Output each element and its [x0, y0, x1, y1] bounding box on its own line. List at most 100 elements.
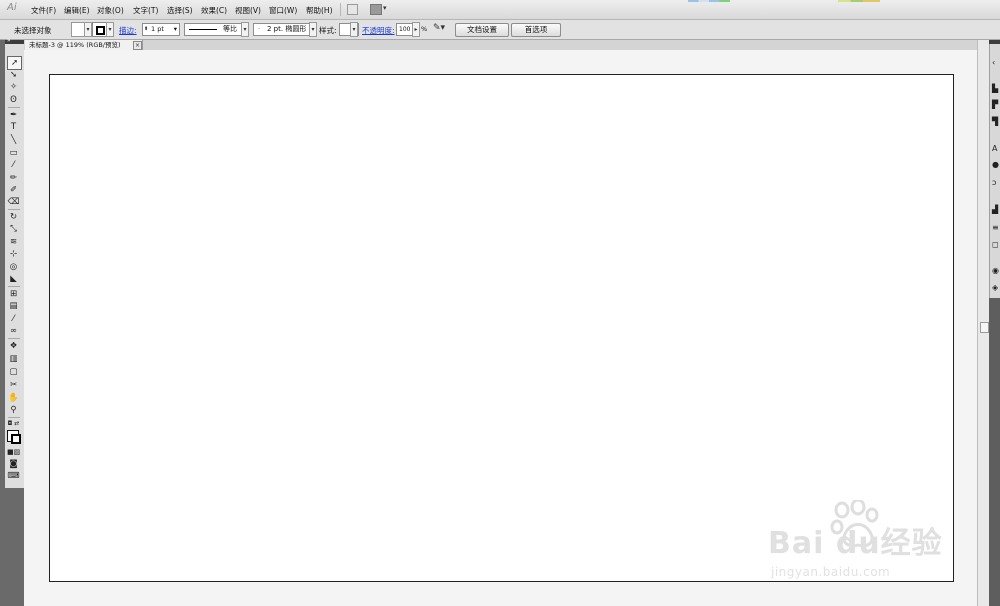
brush-label: 2 pt. 椭圆形 — [267, 25, 307, 33]
lasso-tool-icon[interactable]: ʘ — [7, 94, 20, 106]
opacity-dropdown-icon[interactable]: ▸ — [412, 22, 420, 37]
tool-separator — [8, 107, 20, 108]
brush-dot-icon: · — [258, 25, 261, 33]
menu-type[interactable]: 文字(T) — [133, 5, 158, 16]
panel-dock-header[interactable] — [989, 40, 1000, 44]
color-panel-icon[interactable]: ▙ — [992, 84, 1000, 93]
hand-tool-icon[interactable]: ✋ — [7, 392, 20, 404]
collapse-icon[interactable]: » — [7, 37, 11, 44]
swatches-panel-icon[interactable]: ▟ — [992, 205, 1000, 214]
appearance-panel-icon[interactable]: ◉ — [992, 266, 1000, 275]
opacity-panel-link[interactable]: 不透明度: — [362, 25, 395, 36]
pen-tool-icon[interactable]: ✒ — [7, 109, 20, 121]
chevron-down-icon[interactable]: ▾ — [383, 4, 387, 12]
live-paint-bucket-tool-icon[interactable]: ◣ — [7, 273, 20, 285]
scrollbar-thumb[interactable] — [980, 322, 989, 333]
stroke-weight-value: 1 pt — [151, 25, 164, 33]
brush-definition[interactable]: · 2 pt. 椭圆形 — [253, 23, 317, 36]
magic-wand-tool-icon[interactable]: ✧ — [7, 81, 20, 93]
tool-separator — [8, 338, 20, 339]
stroke-panel-icon[interactable]: ≡ — [992, 223, 1000, 232]
selection-tool-icon[interactable]: ➚ — [7, 56, 22, 70]
direct-selection-tool-icon[interactable]: ➘ — [7, 69, 20, 81]
symbol-sprayer-tool-icon[interactable]: ❖ — [7, 340, 20, 352]
recolor-artwork-icon[interactable]: ✎▾ — [433, 23, 451, 34]
type-tool-icon[interactable]: T — [7, 121, 20, 133]
close-icon[interactable]: × — [133, 41, 142, 50]
eyedropper-tool-icon[interactable]: ⁄ — [7, 313, 20, 325]
tools-panel-header[interactable]: » — [5, 37, 24, 44]
stroke-square-icon — [96, 26, 105, 35]
symbols-panel-icon[interactable]: ↄ — [992, 178, 1000, 187]
rectangle-tool-icon[interactable]: ▭ — [7, 147, 20, 159]
scale-tool-icon[interactable]: ⤡ — [7, 223, 20, 235]
document-tab[interactable]: 未标题-3 @ 119% (RGB/预览) — [25, 40, 143, 50]
brushes-panel-icon[interactable]: ● — [992, 160, 1000, 169]
paintbrush-tool-icon[interactable]: ⁄ — [7, 159, 20, 171]
mesh-tool-icon[interactable]: ⊞ — [7, 288, 20, 300]
chevron-left-icon[interactable]: ‹ — [992, 58, 1000, 67]
panel-dock — [989, 40, 1000, 298]
warp-tool-icon[interactable]: ≋ — [7, 236, 20, 248]
stroke-panel-link[interactable]: 描边: — [119, 25, 137, 36]
gradient-tool-icon[interactable]: ▤ — [7, 300, 20, 312]
preferences-button[interactable]: 首选项 — [511, 23, 561, 37]
column-graph-tool-icon[interactable]: ▥ — [7, 353, 20, 365]
stroke-color-swatch[interactable] — [92, 22, 107, 37]
variable-width-profile[interactable]: 等比 — [184, 23, 242, 36]
chevron-down-icon[interactable]: ▾ — [174, 24, 177, 35]
baidu-url-watermark: jingyan.baidu.com — [771, 565, 891, 579]
tool-separator — [8, 286, 20, 287]
stroke-dropdown-icon[interactable]: ▾ — [106, 22, 114, 37]
pencil-tool-icon[interactable]: ✏ — [7, 172, 20, 184]
baidu-brand-watermark: Bai du经验 — [768, 526, 943, 561]
artboard[interactable] — [49, 74, 954, 582]
menu-separator — [340, 3, 341, 16]
slice-tool-icon[interactable]: ✂ — [7, 379, 20, 391]
stroke-weight-field[interactable]: ⬍ 1 pt ▾ — [142, 23, 180, 36]
color-mode-icons[interactable]: ■▨ — [7, 446, 20, 458]
menu-window[interactable]: 窗口(W) — [269, 5, 297, 16]
default-colors-icon[interactable]: ◘ ⇄ — [7, 418, 20, 430]
app-logo: Ai — [7, 2, 17, 13]
transform-panel-icon[interactable]: ▛ — [992, 100, 1000, 109]
menu-edit[interactable]: 编辑(E) — [64, 5, 90, 16]
panel-dock-empty — [989, 298, 1000, 606]
character-panel-icon[interactable]: A — [992, 144, 1000, 153]
transparency-panel-icon[interactable]: ◻ — [992, 240, 1000, 249]
align-panel-icon[interactable]: ▜ — [992, 117, 1000, 126]
menu-help[interactable]: 帮助(H) — [306, 5, 333, 16]
arrange-documents-icon[interactable] — [370, 4, 382, 15]
stroke-color-icon[interactable] — [11, 434, 21, 444]
style-dropdown-icon[interactable]: ▾ — [350, 22, 358, 37]
screen-mode-icon[interactable]: ⌨ — [7, 470, 20, 482]
style-label: 样式: — [319, 26, 337, 35]
artboard-tool-icon[interactable]: ▢ — [7, 366, 20, 378]
free-transform-tool-icon[interactable]: ⊹ — [7, 248, 20, 260]
window-decoration — [838, 0, 880, 2]
bridge-icon[interactable] — [347, 4, 358, 15]
layers-panel-icon[interactable]: ◈ — [992, 283, 1000, 292]
window-decoration — [688, 0, 730, 2]
brush-dropdown-icon[interactable]: ▾ — [309, 22, 317, 37]
zoom-tool-icon[interactable]: ⚲ — [7, 404, 20, 416]
menu-effect[interactable]: 效果(C) — [201, 5, 227, 16]
shape-builder-tool-icon[interactable]: ◎ — [7, 261, 20, 273]
profile-dropdown-icon[interactable]: ▾ — [241, 22, 249, 37]
fill-dropdown-icon[interactable]: ▾ — [84, 22, 92, 37]
spinner-arrows-icon[interactable]: ⬍ — [144, 24, 148, 35]
document-tab-strip — [24, 40, 977, 50]
tool-separator — [8, 209, 20, 210]
menu-file[interactable]: 文件(F) — [31, 5, 56, 16]
rotate-tool-icon[interactable]: ↻ — [7, 211, 20, 223]
menu-object[interactable]: 对象(O) — [97, 5, 124, 16]
drawing-mode-icon[interactable]: ◙ — [7, 458, 20, 470]
blob-brush-tool-icon[interactable]: ✐ — [7, 184, 20, 196]
menu-select[interactable]: 选择(S) — [167, 5, 193, 16]
menu-view[interactable]: 视图(V) — [235, 5, 261, 16]
line-segment-tool-icon[interactable]: ╲ — [7, 134, 20, 146]
document-setup-button[interactable]: 文档设置 — [455, 23, 509, 37]
eraser-tool-icon[interactable]: ⌫ — [7, 196, 20, 208]
blend-tool-icon[interactable]: ∞ — [7, 325, 20, 337]
opacity-unit: % — [421, 25, 428, 33]
